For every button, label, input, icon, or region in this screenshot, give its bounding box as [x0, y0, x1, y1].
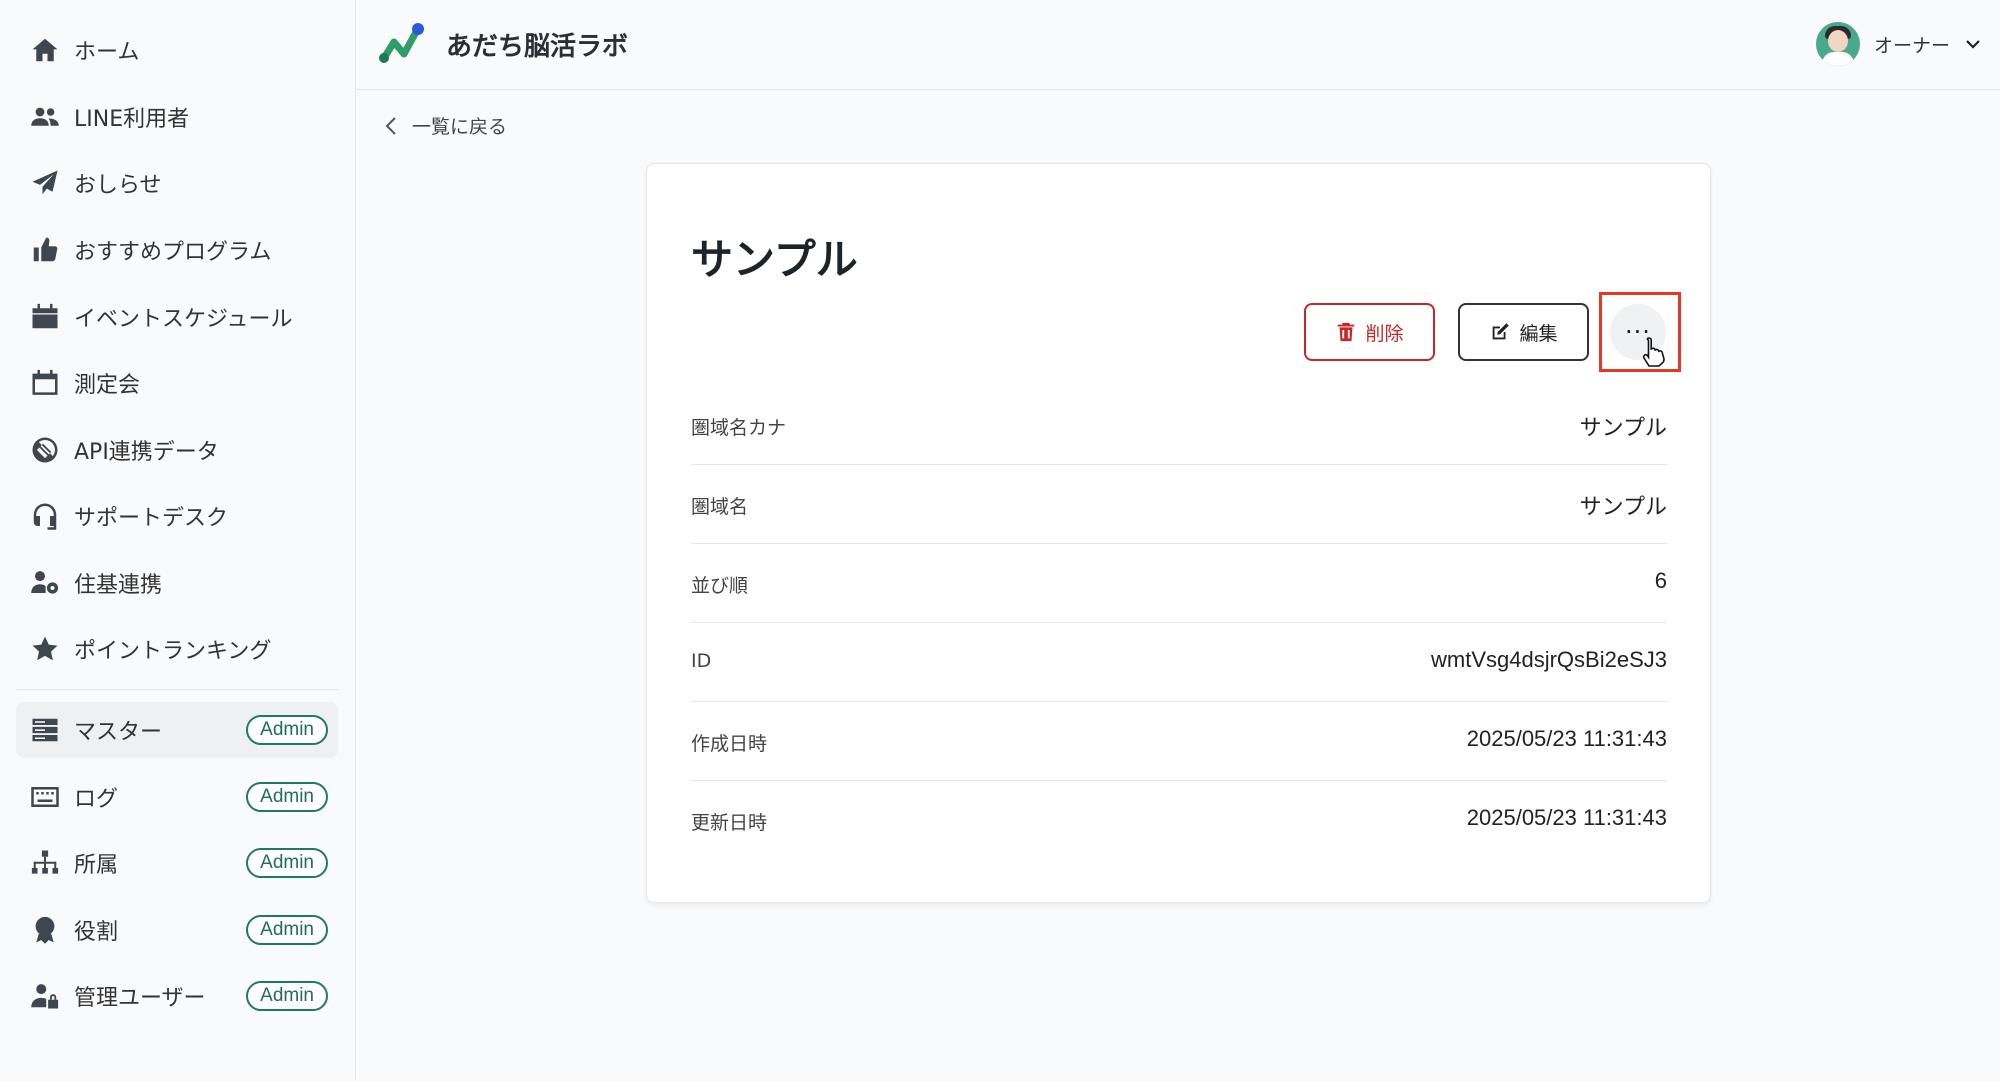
sidebar-item-programs[interactable]: おすすめプログラム — [16, 222, 338, 278]
delete-button[interactable]: 削除 — [1304, 303, 1435, 361]
back-link-label: 一覧に戻る — [412, 116, 508, 138]
back-to-list-link[interactable]: 一覧に戻る — [382, 112, 507, 139]
detail-row-value: 2025/05/23 11:31:43 — [1466, 726, 1667, 751]
chevron-down-icon — [1966, 40, 1980, 49]
sidebar-item-master[interactable]: マスター Admin — [16, 702, 338, 758]
headset-icon — [28, 499, 62, 533]
sidebar-item-role[interactable]: 役割 Admin — [16, 902, 338, 958]
detail-list: 圏域名カナ サンプル 圏域名 サンプル 並び順 6 ID wmtVsg4dsjr… — [691, 386, 1667, 860]
home-icon — [28, 33, 62, 67]
sidebar-item-label: 管理ユーザー — [74, 986, 206, 1011]
paper-plane-icon — [28, 166, 62, 200]
sidebar-item-admin-users[interactable]: 管理ユーザー Admin — [16, 968, 338, 1024]
detail-row-label: ID — [691, 650, 712, 672]
edit-button-label: 編集 — [1519, 322, 1558, 345]
detail-row-label: 並び順 — [691, 575, 749, 597]
user-gear-icon — [28, 566, 62, 600]
plug-icon — [28, 433, 62, 467]
sidebar-item-notices[interactable]: おしらせ — [16, 155, 338, 211]
sidebar-item-label: 所属 — [74, 853, 119, 878]
detail-row: 圏域名カナ サンプル — [691, 386, 1667, 465]
sidebar-item-label: ログ — [74, 787, 119, 812]
detail-row-value: サンプル — [1579, 494, 1667, 519]
sidebar-item-label: 役割 — [74, 920, 119, 945]
sidebar-item-label: おすすめプログラム — [74, 240, 272, 265]
calendar-outline-icon — [28, 366, 62, 400]
sidebar-item-api-data[interactable]: API連携データ — [16, 422, 338, 478]
admin-badge: Admin — [246, 715, 328, 745]
sidebar-item-events[interactable]: イベントスケジュール — [16, 289, 338, 345]
detail-row-value: wmtVsg4dsjrQsBi2eSJ3 — [1431, 647, 1667, 672]
detail-row-label: 作成日時 — [691, 733, 768, 755]
detail-row: 更新日時 2025/05/23 11:31:43 — [691, 781, 1667, 860]
top-header: あだち脳活ラボ オーナー — [356, 0, 2000, 90]
detail-row-label: 圏域名 — [691, 496, 749, 518]
sitemap-icon — [28, 846, 62, 880]
sidebar-item-label: 住基連携 — [74, 573, 163, 598]
sidebar-item-label: おしらせ — [74, 173, 162, 198]
calendar-icon — [28, 300, 62, 334]
award-icon — [28, 913, 62, 947]
detail-row-label: 更新日時 — [691, 812, 768, 834]
avatar — [1815, 22, 1860, 66]
app-title: あだち脳活ラボ — [446, 32, 629, 62]
sidebar: ホーム LINE利用者 おしらせ おすすめプログラム イベントスケジュール 測定… — [0, 0, 356, 1081]
sidebar-item-label: ホーム — [74, 40, 140, 65]
thumbs-up-icon — [28, 233, 62, 267]
sidebar-item-label: ポイントランキング — [74, 639, 272, 664]
detail-row-value: サンプル — [1579, 415, 1667, 440]
sidebar-item-log[interactable]: ログ Admin — [16, 769, 338, 825]
user-lock-icon — [28, 979, 62, 1013]
user-menu[interactable]: オーナー — [1815, 20, 1982, 68]
detail-row-value: 6 — [1654, 568, 1667, 593]
star-icon — [28, 632, 62, 666]
detail-card: サンプル 削除 編集 ··· 圏域名カナ サンプル 圏域名 サンプル 並び順 6… — [646, 163, 1711, 903]
admin-badge: Admin — [246, 915, 328, 945]
page-title: サンプル — [691, 235, 858, 284]
admin-badge: Admin — [246, 981, 328, 1011]
detail-row: 作成日時 2025/05/23 11:31:43 — [691, 702, 1667, 781]
keyboard-icon — [28, 780, 62, 814]
sidebar-item-label: LINE利用者 — [74, 107, 190, 132]
sidebar-item-point-ranking[interactable]: ポイントランキング — [16, 621, 338, 677]
sidebar-item-home[interactable]: ホーム — [16, 22, 338, 78]
sidebar-item-affiliation[interactable]: 所属 Admin — [16, 835, 338, 891]
sidebar-item-resident-link[interactable]: 住基連携 — [16, 555, 338, 611]
sidebar-item-measurement[interactable]: 測定会 — [16, 355, 338, 411]
trash-icon — [1338, 322, 1355, 342]
edit-icon — [1493, 323, 1510, 340]
detail-row-label: 圏域名カナ — [691, 417, 787, 439]
user-name: オーナー — [1873, 34, 1950, 57]
detail-row: ID wmtVsg4dsjrQsBi2eSJ3 — [691, 623, 1667, 702]
admin-badge: Admin — [246, 848, 328, 878]
sidebar-item-label: サポートデスク — [74, 506, 229, 531]
users-icon — [28, 100, 62, 134]
app-logo — [379, 23, 424, 63]
edit-button[interactable]: 編集 — [1458, 303, 1589, 361]
sidebar-item-label: イベントスケジュール — [74, 307, 293, 332]
chevron-left-icon — [385, 116, 396, 135]
detail-row: 圏域名 サンプル — [691, 465, 1667, 544]
detail-row-value: 2025/05/23 11:31:43 — [1466, 805, 1667, 830]
delete-button-label: 削除 — [1365, 322, 1404, 345]
sidebar-item-label: 測定会 — [74, 373, 141, 398]
sidebar-item-line-users[interactable]: LINE利用者 — [16, 89, 338, 145]
sidebar-item-support-desk[interactable]: サポートデスク — [16, 488, 338, 544]
hand-pointer-icon — [1642, 337, 1665, 367]
detail-row: 並び順 6 — [691, 544, 1667, 623]
sidebar-item-label: API連携データ — [74, 440, 219, 465]
sidebar-divider — [16, 689, 338, 690]
sidebar-item-label: マスター — [74, 720, 163, 745]
admin-badge: Admin — [246, 782, 328, 812]
server-icon — [28, 713, 62, 747]
